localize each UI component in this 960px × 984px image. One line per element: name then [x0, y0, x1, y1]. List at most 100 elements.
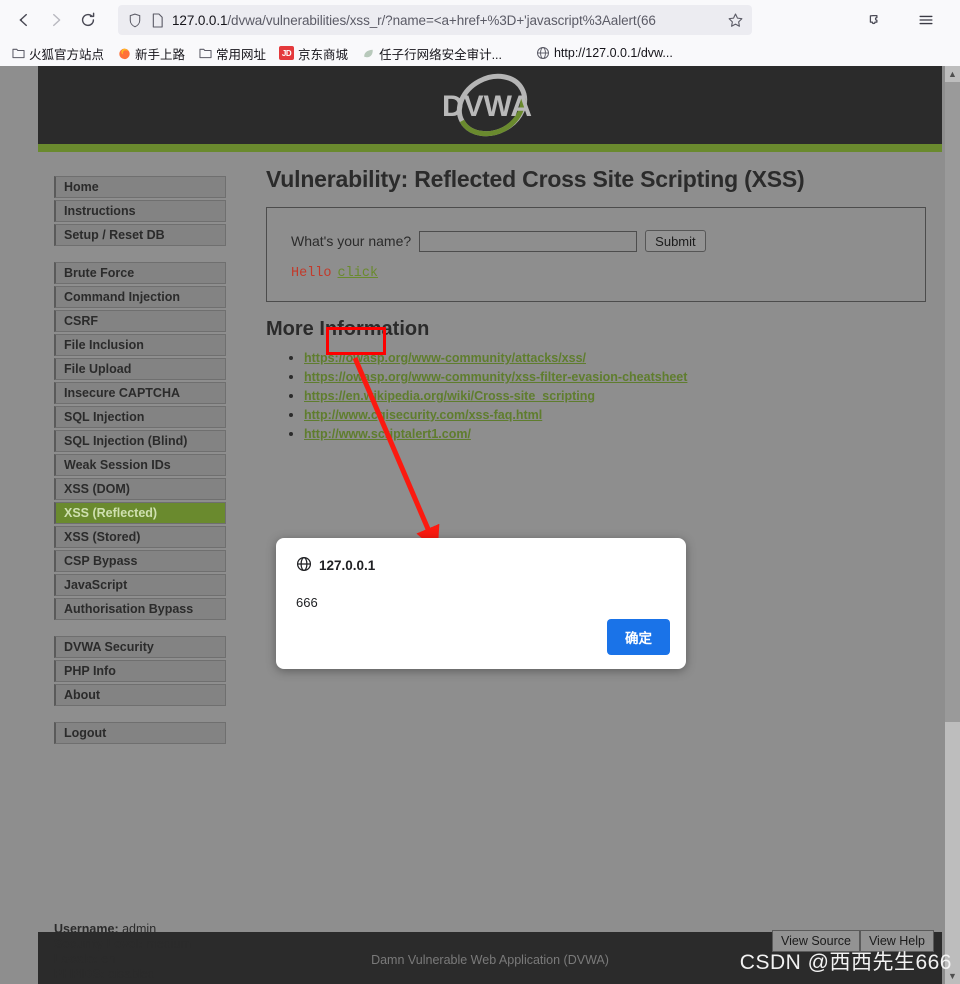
sidebar-item-authorisation-bypass[interactable]: Authorisation Bypass — [54, 598, 226, 620]
url-text[interactable]: 127.0.0.1/dvwa/vulnerabilities/xss_r/?na… — [168, 13, 724, 28]
dvwa-page: DVWA Home Instructions Setup / Reset DB … — [0, 66, 945, 984]
info-link[interactable]: https://en.wikipedia.org/wiki/Cross-site… — [304, 389, 595, 403]
security-level-value: medium — [146, 937, 191, 951]
sidebar-item-csrf[interactable]: CSRF — [54, 310, 226, 332]
list-item: http://www.scriptalert1.com/ — [304, 425, 926, 443]
sidebar-item-php-info[interactable]: PHP Info — [54, 660, 226, 682]
sidebar-item-label: XSS (DOM) — [64, 481, 130, 496]
bookmark-item[interactable]: 新手上路 — [112, 42, 190, 65]
back-arrow-icon[interactable] — [8, 4, 40, 36]
sidebar-item-logout[interactable]: Logout — [54, 722, 226, 744]
address-bar[interactable]: 127.0.0.1/dvwa/vulnerabilities/xss_r/?na… — [118, 5, 752, 35]
bookmarks-bar: 火狐官方站点 新手上路 常用网址 JD 京东商城 任子行网络安全审计... ht… — [0, 40, 960, 66]
hamburger-menu-icon[interactable] — [910, 4, 942, 36]
star-icon[interactable] — [724, 9, 746, 31]
sidebar-item-csp-bypass[interactable]: CSP Bypass — [54, 550, 226, 572]
sidebar-item-label: About — [64, 687, 101, 702]
folder-icon — [198, 46, 212, 60]
sidebar-item-file-upload[interactable]: File Upload — [54, 358, 226, 380]
info-link[interactable]: https://owasp.org/www-community/xss-filt… — [304, 370, 687, 384]
phpids-label: PHPIDS: — [54, 967, 105, 981]
security-level-row: Security Level: medium — [54, 937, 191, 952]
bookmark-item[interactable]: 任子行网络安全审计... — [356, 42, 507, 65]
submit-button[interactable]: Submit — [645, 230, 706, 252]
sidebar-item-label: Insecure CAPTCHA — [64, 385, 180, 400]
vertical-scrollbar[interactable]: ▲ ▼ — [945, 66, 960, 984]
more-information-list: https://owasp.org/www-community/attacks/… — [266, 349, 926, 443]
sidebar-item-label: Authorisation Bypass — [64, 601, 194, 616]
reload-icon[interactable] — [72, 4, 104, 36]
sidebar-item-label: Instructions — [64, 203, 136, 218]
sidebar-item-about[interactable]: About — [54, 684, 226, 706]
browser-chrome: 127.0.0.1/dvwa/vulnerabilities/xss_r/?na… — [0, 0, 960, 66]
url-host: 127.0.0.1 — [172, 12, 228, 28]
bookmark-item[interactable]: 火狐官方站点 — [6, 42, 109, 65]
svg-text:DVWA: DVWA — [442, 90, 532, 123]
sidebar-item-label: SQL Injection — [64, 409, 145, 424]
list-item: https://en.wikipedia.org/wiki/Cross-site… — [304, 387, 926, 405]
info-link[interactable]: http://www.cgisecurity.com/xss-faq.html — [304, 408, 542, 422]
sidebar-item-xss-dom[interactable]: XSS (DOM) — [54, 478, 226, 500]
sidebar-item-label: SQL Injection (Blind) — [64, 433, 188, 448]
sidebar-item-xss-reflected[interactable]: XSS (Reflected) — [54, 502, 226, 524]
sidebar-item-dvwa-security[interactable]: DVWA Security — [54, 636, 226, 658]
bookmark-label: 火狐官方站点 — [29, 47, 105, 62]
sidebar-item-insecure-captcha[interactable]: Insecure CAPTCHA — [54, 382, 226, 404]
site-header: DVWA — [38, 66, 942, 144]
bookmark-label: 新手上路 — [135, 47, 186, 62]
list-item: http://www.cgisecurity.com/xss-faq.html — [304, 406, 926, 424]
info-link[interactable]: http://www.scriptalert1.com/ — [304, 427, 471, 441]
sidebar-item-weak-session-ids[interactable]: Weak Session IDs — [54, 454, 226, 476]
bookmark-item[interactable]: JD 京东商城 — [274, 42, 353, 65]
sidebar-item-label: Setup / Reset DB — [64, 227, 165, 242]
username-value: admin — [122, 922, 157, 936]
forward-arrow-icon[interactable] — [40, 4, 72, 36]
sidebar-item-label: CSRF — [64, 313, 99, 328]
dialog-ok-button[interactable]: 确定 — [607, 619, 670, 655]
xss-form: What's your name? Submit — [291, 230, 901, 252]
xss-result: Hello click — [291, 266, 901, 281]
phpids-row: PHPIDS: disabled — [54, 967, 191, 982]
sidebar-item-label: File Upload — [64, 361, 132, 376]
toolbar-right-icons — [858, 4, 952, 36]
sidebar-item-home[interactable]: Home — [54, 176, 226, 198]
extensions-icon[interactable] — [858, 4, 890, 36]
click-link[interactable]: click — [338, 266, 379, 281]
sidebar-item-label: JavaScript — [64, 577, 128, 592]
sidebar-item-label: Weak Session IDs — [64, 457, 171, 472]
sidebar-item-brute-force[interactable]: Brute Force — [54, 262, 226, 284]
sidebar-item-sql-injection-blind[interactable]: SQL Injection (Blind) — [54, 430, 226, 452]
page-viewport: DVWA Home Instructions Setup / Reset DB … — [0, 66, 960, 984]
jd-icon: JD — [279, 46, 295, 60]
sidebar-item-command-injection[interactable]: Command Injection — [54, 286, 226, 308]
sidebar-item-label: Command Injection — [64, 289, 180, 304]
navigation-toolbar: 127.0.0.1/dvwa/vulnerabilities/xss_r/?na… — [0, 0, 960, 40]
info-link[interactable]: https://owasp.org/www-community/attacks/… — [304, 351, 586, 365]
page-icon — [146, 9, 168, 31]
list-item: https://owasp.org/www-community/xss-filt… — [304, 368, 926, 386]
scroll-up-arrow-icon[interactable]: ▲ — [945, 66, 960, 82]
bookmark-item[interactable]: 常用网址 — [193, 42, 271, 65]
sidebar-item-xss-stored[interactable]: XSS (Stored) — [54, 526, 226, 548]
sidebar-item-file-inclusion[interactable]: File Inclusion — [54, 334, 226, 356]
watermark: CSDN @西西先生666 — [739, 951, 952, 974]
sidebar-item-sql-injection[interactable]: SQL Injection — [54, 406, 226, 428]
folder-icon — [11, 46, 25, 60]
sidebar-group: Brute Force Command Injection CSRF File … — [54, 262, 226, 620]
sidebar-item-label: XSS (Stored) — [64, 529, 141, 544]
name-input[interactable] — [419, 230, 638, 252]
sidebar-item-label: Home — [64, 179, 99, 194]
sidebar-item-instructions[interactable]: Instructions — [54, 200, 226, 222]
shield-icon[interactable] — [124, 9, 146, 31]
username-label: Username: — [54, 922, 119, 936]
sidebar-item-label: XSS (Reflected) — [64, 505, 158, 520]
bookmark-item[interactable]: http://127.0.0.1/dvw... — [531, 44, 678, 62]
sidebar-item-setup-reset-db[interactable]: Setup / Reset DB — [54, 224, 226, 246]
dialog-message: 666 — [296, 595, 318, 610]
sidebar-item-javascript[interactable]: JavaScript — [54, 574, 226, 596]
name-field-label: What's your name? — [291, 233, 412, 249]
scrollbar-thumb[interactable] — [945, 82, 960, 722]
hello-text: Hello — [291, 266, 332, 281]
globe-icon — [296, 556, 312, 575]
page-title: Vulnerability: Reflected Cross Site Scri… — [266, 166, 805, 192]
